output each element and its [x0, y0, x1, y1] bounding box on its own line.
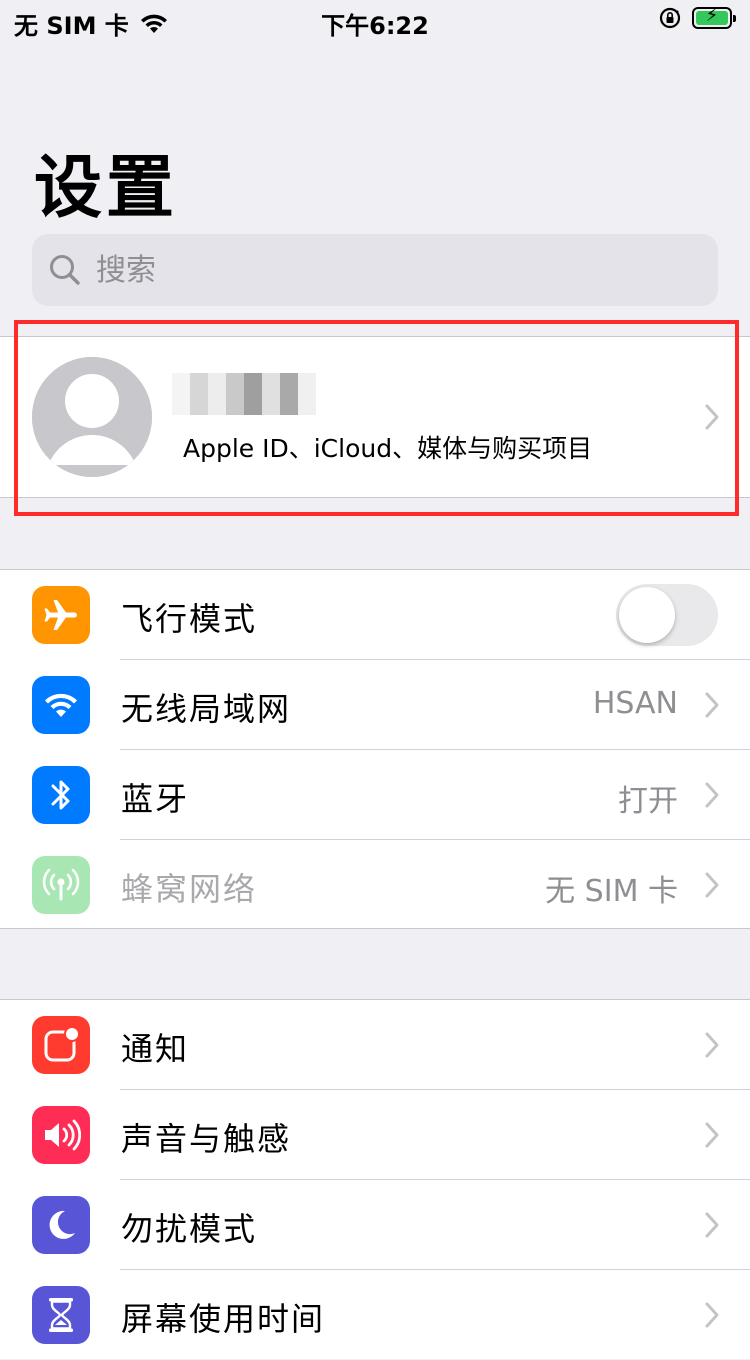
connectivity-group: 飞行模式 无线局域网 HSAN 蓝牙 打开 蜂窝网络 无 SIM 卡: [0, 569, 750, 929]
row-label: 屏幕使用时间: [121, 1300, 326, 1338]
settings-row-wifi[interactable]: 无线局域网 HSAN: [0, 660, 750, 750]
row-label: 通知: [121, 1030, 190, 1068]
row-label: 声音与触感: [121, 1120, 292, 1158]
settings-row-bluetooth[interactable]: 蓝牙 打开: [0, 750, 750, 840]
row-label: 飞行模式: [121, 600, 258, 638]
status-right: ⚡: [658, 5, 736, 30]
apple-id-profile-row[interactable]: [0, 336, 750, 498]
settings-row-screen-time[interactable]: 屏幕使用时间: [0, 1270, 750, 1360]
chevron-right-icon: [705, 692, 719, 718]
status-time: 下午6:22: [321, 12, 429, 40]
search-bar[interactable]: [32, 234, 718, 306]
cellular-antenna-icon: [32, 856, 90, 914]
avatar: [32, 357, 152, 477]
wifi-icon: [32, 676, 90, 734]
hourglass-icon: [32, 1286, 90, 1344]
search-icon: [50, 255, 80, 285]
airplane-icon: [32, 586, 90, 644]
battery-indicator: ⚡: [692, 5, 736, 29]
profile-name-redacted: [172, 373, 320, 415]
chevron-right-icon: [705, 1212, 719, 1238]
profile-subtitle: Apple ID、iCloud、媒体与购买项目: [183, 434, 593, 463]
settings-row-airplane[interactable]: 飞行模式: [0, 570, 750, 660]
bluetooth-status-value: 打开: [618, 784, 678, 819]
settings-row-do-not-disturb[interactable]: 勿扰模式: [0, 1180, 750, 1270]
charging-bolt-icon: ⚡: [705, 5, 719, 26]
chevron-right-icon: [705, 1032, 719, 1058]
person-silhouette-icon: [32, 357, 152, 477]
notifications-icon: [32, 1016, 90, 1074]
status-bar: 无 SIM 卡 下午6:22 ⚡: [0, 0, 750, 40]
orientation-lock-icon: [659, 7, 681, 29]
search-input[interactable]: [94, 251, 678, 289]
chevron-right-icon: [705, 782, 719, 808]
chevron-right-icon: [705, 872, 719, 898]
page-title: 设置: [34, 149, 179, 228]
row-label: 蓝牙: [121, 780, 190, 818]
notifications-group: 通知 声音与触感 勿扰模式 屏幕使用时间: [0, 999, 750, 1359]
settings-row-notifications[interactable]: 通知: [0, 1000, 750, 1090]
chevron-right-icon: [705, 1122, 719, 1148]
cellular-status-value: 无 SIM 卡: [545, 874, 678, 909]
wifi-network-value: HSAN: [592, 686, 678, 721]
row-label: 蜂窝网络: [121, 870, 258, 908]
toggle-knob: [619, 587, 675, 643]
bluetooth-icon: [32, 766, 90, 824]
row-label: 无线局域网: [121, 690, 292, 728]
chevron-right-icon: [705, 1302, 719, 1328]
speaker-icon: [32, 1106, 90, 1164]
moon-icon: [32, 1196, 90, 1254]
settings-row-cellular[interactable]: 蜂窝网络 无 SIM 卡: [0, 840, 750, 930]
airplane-mode-toggle[interactable]: [616, 584, 718, 646]
settings-row-sounds[interactable]: 声音与触感: [0, 1090, 750, 1180]
chevron-right-icon: [705, 404, 719, 430]
row-label: 勿扰模式: [121, 1210, 258, 1248]
